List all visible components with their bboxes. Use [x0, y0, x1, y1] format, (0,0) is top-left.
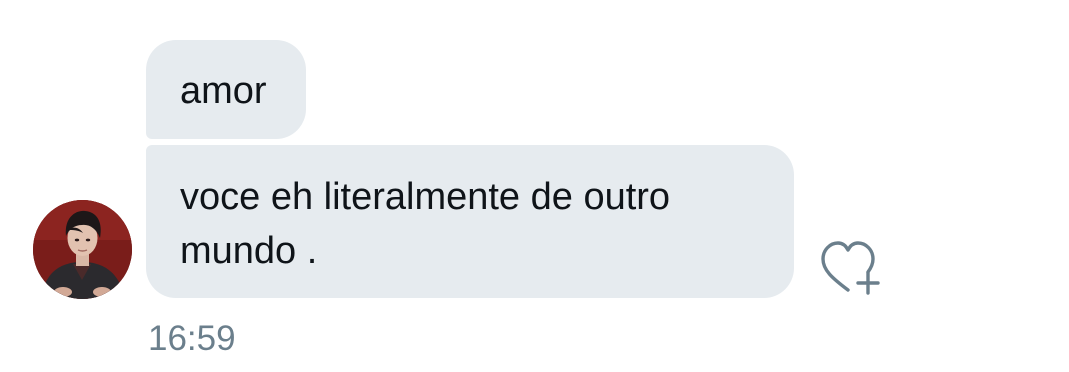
message-text: voce eh literalmente de outro mundo .	[180, 176, 671, 272]
avatar[interactable]	[33, 200, 132, 299]
message-bubble[interactable]: amor	[146, 40, 306, 139]
message-timestamp: 16:59	[148, 319, 236, 358]
avatar-photo	[33, 200, 132, 299]
heart-plus-icon	[821, 241, 880, 295]
message-text: amor	[180, 70, 267, 112]
add-reaction-button[interactable]	[818, 240, 884, 296]
message-bubble[interactable]: voce eh literalmente de outro mundo .	[146, 145, 794, 298]
